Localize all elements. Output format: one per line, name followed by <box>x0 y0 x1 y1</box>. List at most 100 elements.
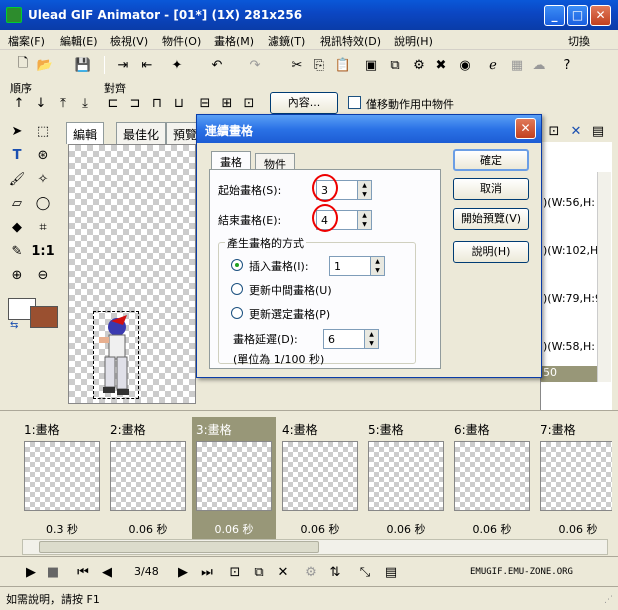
add-frame-icon[interactable]: ⊡ <box>226 563 244 581</box>
send-to-back-icon[interactable]: ⤓ <box>76 94 94 112</box>
center-horizontal-icon[interactable]: ⊟ <box>196 94 214 112</box>
minimize-button[interactable]: _ <box>544 5 565 26</box>
frame-item[interactable]: 7:畫格 0.06 秒 <box>536 417 612 541</box>
background-color-swatch[interactable] <box>30 306 58 328</box>
play-icon[interactable]: ▶ <box>22 563 40 581</box>
menu-switch[interactable]: 切換 <box>568 33 590 49</box>
duplicate-frame-icon[interactable]: ⧉ <box>386 56 404 74</box>
last-frame-icon[interactable]: ⏭ <box>198 563 216 581</box>
panel-properties-icon[interactable]: ▤ <box>589 122 607 140</box>
reduce-icon[interactable]: ⤡ <box>356 563 374 581</box>
send-backward-icon[interactable]: ↓ <box>32 94 50 112</box>
bring-forward-icon[interactable]: ↑ <box>10 94 28 112</box>
panel-delete-icon[interactable]: ✕ <box>567 122 585 140</box>
open-icon[interactable]: 📂 <box>36 56 54 74</box>
tab-edit[interactable]: 編輯 <box>66 122 105 144</box>
import-icon[interactable]: ⇥ <box>114 56 132 74</box>
cut-icon[interactable]: ✂ <box>288 56 306 74</box>
menu-help[interactable]: 說明(H) <box>394 33 433 49</box>
resize-grip-icon[interactable]: ⋰ <box>604 595 613 605</box>
align-top-icon[interactable]: ⊓ <box>148 94 166 112</box>
pointer-tool-icon[interactable]: ➤ <box>8 122 26 140</box>
center-both-icon[interactable]: ⊡ <box>240 94 258 112</box>
paste-icon[interactable]: 📋 <box>334 56 352 74</box>
wizard-icon[interactable]: ✦ <box>168 56 186 74</box>
insert-frame-radio[interactable] <box>231 259 243 271</box>
spin-up-icon[interactable]: ▲ <box>358 181 371 190</box>
update-selected-radio[interactable] <box>231 307 243 319</box>
zoom-in-icon[interactable]: ⊕ <box>8 266 26 284</box>
object-item[interactable]: )(W:56,H: <box>543 196 595 209</box>
fill-tool-icon[interactable]: ◆ <box>8 218 26 236</box>
panel-scrollbar[interactable] <box>597 172 611 382</box>
first-frame-icon[interactable]: ⏮ <box>74 563 92 581</box>
insert-spin-buttons[interactable]: ▲ ▼ <box>370 257 384 275</box>
export-icon[interactable]: ⇤ <box>138 56 156 74</box>
menu-edit[interactable]: 編輯(E) <box>60 33 98 49</box>
bring-to-front-icon[interactable]: ⤒ <box>54 94 72 112</box>
banner-icon[interactable]: ▦ <box>508 56 526 74</box>
align-left-icon[interactable]: ⊏ <box>104 94 122 112</box>
transform-tool-icon[interactable]: ⌗ <box>34 218 52 236</box>
frame-item[interactable]: 1:畫格 0.3 秒 <box>20 417 104 541</box>
tween-icon[interactable]: ⚙ <box>410 56 428 74</box>
object-item[interactable]: )(W:102,H: <box>543 244 602 257</box>
zoom-out-icon[interactable]: ⊖ <box>34 266 52 284</box>
align-bottom-icon[interactable]: ⊔ <box>170 94 188 112</box>
delay-spinner[interactable]: 6 ▲ ▼ <box>323 329 379 349</box>
frame-item[interactable]: 2:畫格 0.06 秒 <box>106 417 190 541</box>
redo-icon[interactable]: ↷ <box>246 56 264 74</box>
spin-up-icon[interactable]: ▲ <box>365 330 378 339</box>
actual-size-icon[interactable]: 1:1 <box>31 242 54 260</box>
start-frame-spin-buttons[interactable]: ▲ ▼ <box>357 181 371 199</box>
menu-object[interactable]: 物件(O) <box>162 33 201 49</box>
frame-item[interactable]: 5:畫格 0.06 秒 <box>364 417 448 541</box>
frame-scrollbar[interactable] <box>22 539 608 555</box>
frame-item-selected[interactable]: 3:畫格 0.06 秒 <box>192 417 276 541</box>
undo-icon[interactable]: ↶ <box>208 56 226 74</box>
start-preview-button[interactable]: 開始預覽(V) <box>453 208 529 230</box>
close-button[interactable]: ✕ <box>590 5 611 26</box>
tab-optimize[interactable]: 最佳化 <box>116 122 167 144</box>
content-button[interactable]: 內容... <box>270 92 338 114</box>
copy-icon[interactable]: ⎘ <box>310 56 328 74</box>
browser-preview-icon[interactable]: ℯ <box>484 56 502 74</box>
cancel-button[interactable]: 取消 <box>453 178 529 200</box>
spin-down-icon[interactable]: ▼ <box>358 190 371 199</box>
eraser-tool-icon[interactable]: ▱ <box>8 194 26 212</box>
scroll-thumb[interactable] <box>39 541 319 553</box>
crop-tool-icon[interactable]: ⊛ <box>34 146 52 164</box>
menu-filter[interactable]: 濾鏡(T) <box>268 33 305 49</box>
stop-icon[interactable]: ■ <box>44 563 62 581</box>
save-icon[interactable]: 💾 <box>74 56 92 74</box>
spin-down-icon[interactable]: ▼ <box>371 266 384 275</box>
menu-frame[interactable]: 畫格(M) <box>214 33 254 49</box>
spin-up-icon[interactable]: ▲ <box>371 257 384 266</box>
object-item[interactable]: )(W:79,H:9 <box>543 292 602 305</box>
properties-icon[interactable]: ▤ <box>382 563 400 581</box>
previous-frame-icon[interactable]: ◀ <box>98 563 116 581</box>
delay-spin-buttons[interactable]: ▲ ▼ <box>364 330 378 348</box>
optimize-icon[interactable]: ◉ <box>456 56 474 74</box>
insert-frame-spinner[interactable]: 1 ▲ ▼ <box>329 256 385 276</box>
text-tool-icon[interactable]: T <box>8 146 26 164</box>
maximize-button[interactable]: □ <box>567 5 588 26</box>
add-frame-icon[interactable]: ▣ <box>362 56 380 74</box>
help-button[interactable]: 說明(H) <box>453 241 529 263</box>
menu-view[interactable]: 檢視(V) <box>110 33 148 49</box>
menu-video-effects[interactable]: 視訊特效(D) <box>320 33 381 49</box>
next-frame-icon[interactable]: ▶ <box>174 563 192 581</box>
align-right-icon[interactable]: ⊐ <box>126 94 144 112</box>
duplicate-frame-icon[interactable]: ⧉ <box>250 563 268 581</box>
tween-icon[interactable]: ⚙ <box>302 563 320 581</box>
help-pointer-icon[interactable]: ? <box>558 56 576 74</box>
object-item[interactable]: )(W:58,H: <box>543 340 595 353</box>
move-only-checkbox[interactable] <box>348 96 361 109</box>
delete-frame-icon[interactable]: ✖ <box>432 56 450 74</box>
marquee-tool-icon[interactable]: ⬚ <box>34 122 52 140</box>
new-icon[interactable]: 🗋 <box>14 56 32 74</box>
frame-item[interactable]: 6:畫格 0.06 秒 <box>450 417 534 541</box>
dialog-close-button[interactable]: ✕ <box>515 118 536 139</box>
panel-add-icon[interactable]: ⊡ <box>545 122 563 140</box>
dialog-tab-frame[interactable]: 畫格 <box>211 151 251 171</box>
